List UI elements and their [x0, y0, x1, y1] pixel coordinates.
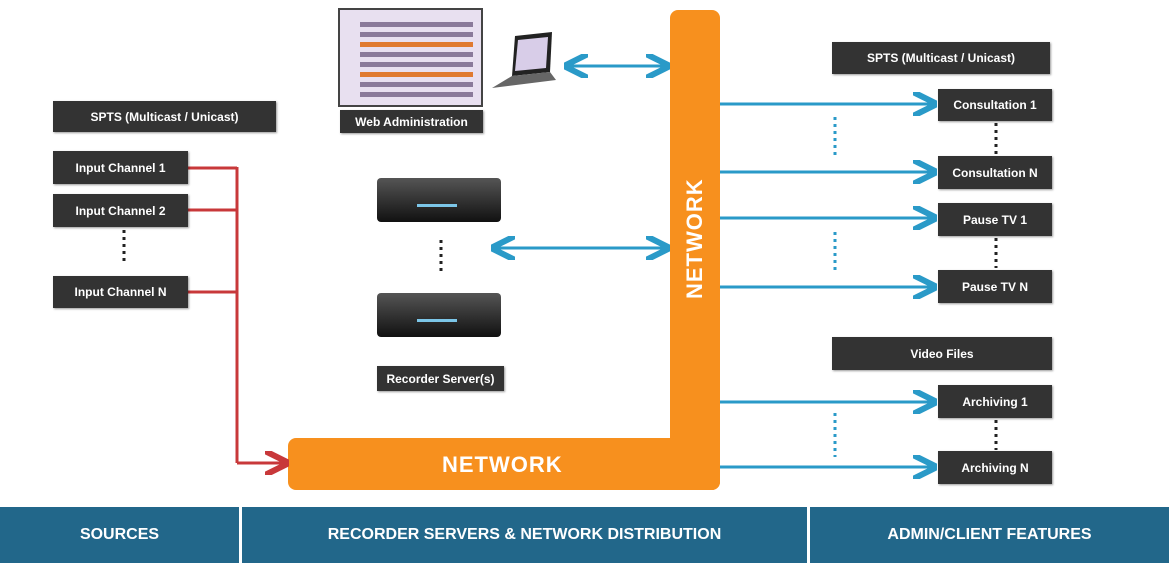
input-channel-2: Input Channel 2: [53, 194, 188, 227]
outputs-spts-header: SPTS (Multicast / Unicast): [832, 42, 1050, 74]
consultation-n: Consultation N: [938, 156, 1052, 189]
web-admin-label: Web Administration: [340, 110, 483, 133]
pause-tv-1: Pause TV 1: [938, 203, 1052, 236]
footer-sources: SOURCES: [0, 507, 239, 563]
input-channel-1: Input Channel 1: [53, 151, 188, 184]
archiving-n: Archiving N: [938, 451, 1052, 484]
pause-tv-n: Pause TV N: [938, 270, 1052, 303]
web-admin-screenshot: [338, 8, 483, 107]
server-icon: [377, 293, 501, 337]
recorder-servers-label: Recorder Server(s): [377, 366, 504, 391]
sources-spts-header: SPTS (Multicast / Unicast): [53, 101, 276, 132]
consultation-1: Consultation 1: [938, 89, 1052, 121]
video-files-header: Video Files: [832, 337, 1052, 370]
footer-recorder-distribution: RECORDER SERVERS & NETWORK DISTRIBUTION: [242, 507, 807, 563]
archiving-1: Archiving 1: [938, 385, 1052, 418]
input-channel-n: Input Channel N: [53, 276, 188, 308]
server-icon: [377, 178, 501, 222]
footer-admin-client: ADMIN/CLIENT FEATURES: [810, 507, 1169, 563]
connection-lines: [122, 32, 998, 507]
laptop-icon: [492, 32, 556, 88]
